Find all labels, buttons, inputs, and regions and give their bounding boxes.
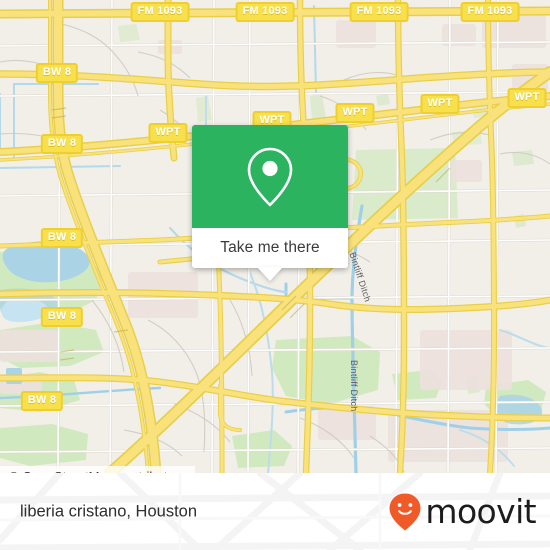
road-shield-wpt: WPT (148, 123, 188, 143)
callout-action-bar[interactable]: Take me there (192, 228, 348, 281)
moovit-wordmark: moovit (425, 491, 536, 531)
footer-bar: liberia cristano, Houston moovit (0, 473, 550, 550)
callout-icon-panel (192, 125, 348, 228)
road-shield-fm-1093: FM 1093 (235, 2, 295, 22)
place-title: liberia cristano, Houston (20, 502, 198, 520)
road-shield-bw-8: BW 8 (40, 307, 84, 327)
road-shield-bw-8: BW 8 (40, 228, 84, 248)
osm-attribution[interactable]: © OpenStreetMap contributors (0, 466, 195, 473)
road-shield-wpt: WPT (507, 88, 547, 108)
map-pin-icon (247, 147, 293, 206)
water-label: Bintliff Ditch (349, 360, 359, 412)
take-me-there-label: Take me there (220, 239, 320, 256)
road-shield-bw-8: BW 8 (40, 134, 84, 154)
road-shield-fm-1093: FM 1093 (130, 2, 190, 22)
road-shield-fm-1093: FM 1093 (460, 2, 520, 22)
road-shield-bw-8: BW 8 (35, 63, 79, 83)
road-shield-bw-8: BW 8 (20, 391, 64, 411)
moovit-brand-logo[interactable]: moovit (388, 491, 537, 532)
moovit-smiley-pin-icon (389, 493, 421, 530)
moovit-map-screenshot: FM 1093 FM 1093 FM 1093 FM 1093 BW 8 BW 8 BW 8… (0, 0, 550, 550)
road-shield-wpt: WPT (420, 94, 460, 114)
road-shield-wpt: WPT (335, 103, 375, 123)
destination-callout[interactable]: Take me there (192, 125, 348, 281)
road-shield-fm-1093: FM 1093 (349, 2, 409, 22)
callout-pointer (257, 267, 283, 281)
map-canvas[interactable]: FM 1093 FM 1093 FM 1093 FM 1093 BW 8 BW 8 BW 8… (0, 0, 550, 473)
